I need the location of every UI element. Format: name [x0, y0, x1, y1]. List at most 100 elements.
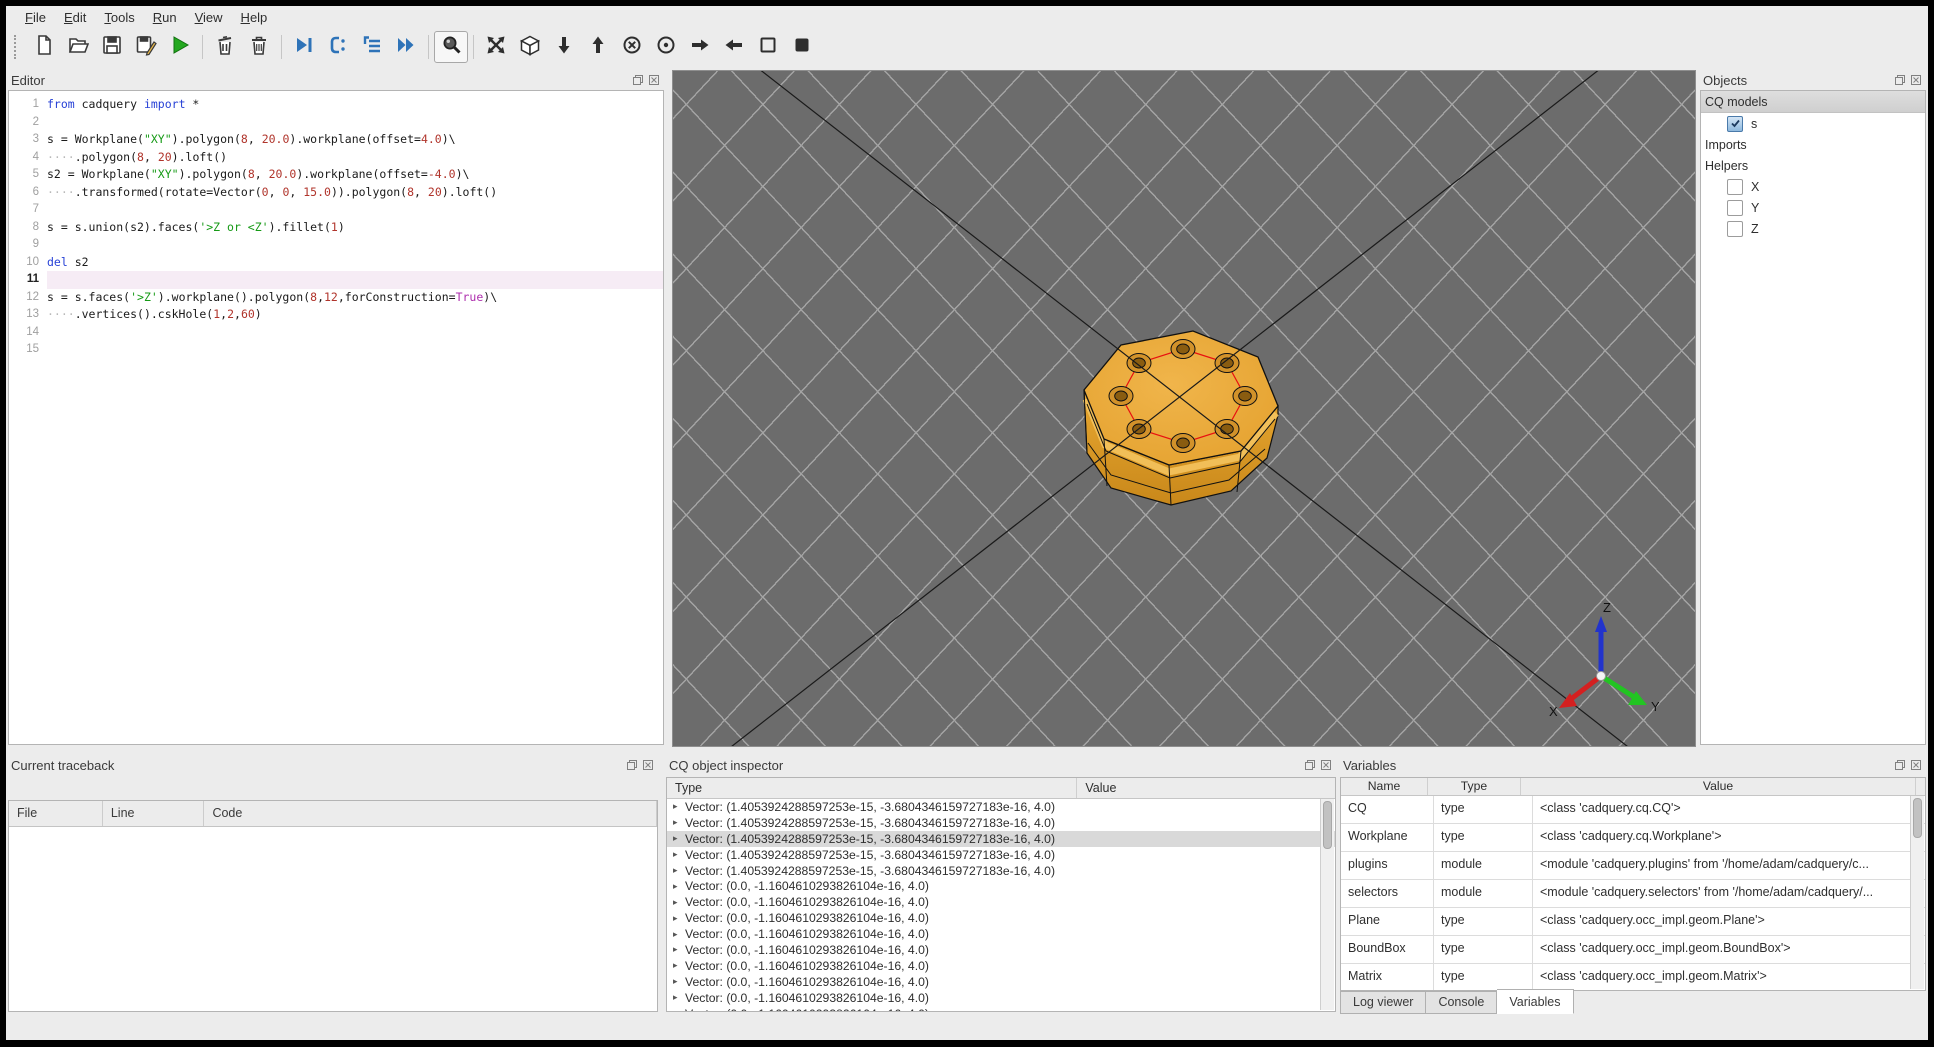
inspector-scroll-thumb[interactable]	[1323, 801, 1332, 849]
tree-group-cq-models[interactable]: CQ models	[1701, 91, 1925, 113]
inspector-row[interactable]: ▸Vector: (0.0, -1.1604610293826104e-16, …	[667, 910, 1335, 926]
tree-item-x[interactable]: X	[1701, 176, 1925, 197]
tree-group-imports[interactable]: Imports	[1701, 134, 1925, 155]
new-file-button[interactable]	[27, 31, 61, 63]
variables-scroll-thumb[interactable]	[1913, 798, 1922, 838]
expander-icon[interactable]: ▸	[673, 881, 685, 892]
variable-row-Matrix[interactable]: Matrix type <class 'cadquery.occ_impl.geom…	[1341, 964, 1925, 990]
bottom-view-button[interactable]	[581, 31, 615, 63]
expander-icon[interactable]: ▸	[673, 1008, 685, 1011]
float-icon[interactable]	[1304, 759, 1316, 771]
code-line-10[interactable]: 10 del s2	[9, 254, 663, 272]
inspector-row[interactable]: ▸Vector: (0.0, -1.1604610293826104e-16, …	[667, 990, 1335, 1006]
code-line-9[interactable]: 9	[9, 236, 663, 254]
fit-view-button[interactable]	[479, 31, 513, 63]
expander-icon[interactable]: ▸	[673, 944, 685, 955]
top-view-button[interactable]	[547, 31, 581, 63]
tab-log-viewer[interactable]: Log viewer	[1340, 991, 1427, 1014]
inspector-col-value[interactable]: Value	[1077, 778, 1335, 798]
code-editor[interactable]: 1 from cadquery import * 2 3 s = Workplane("…	[9, 91, 663, 744]
expander-icon[interactable]: ▸	[673, 913, 685, 924]
inspector-row[interactable]: ▸ Vector: (1.4053924288597253e-15, -3.680…	[667, 815, 1335, 831]
expander-icon[interactable]: ▸	[673, 897, 685, 908]
inspector-row[interactable]: ▸ Vector: (1.4053924288597253e-15, -3.680…	[667, 830, 1335, 847]
float-icon[interactable]	[1894, 74, 1906, 86]
traceback-col-code[interactable]: Code	[204, 801, 658, 826]
expander-icon[interactable]: ▸	[673, 801, 685, 812]
code-line-13[interactable]: 13 ····.vertices().cskHole(1,2,60)	[9, 306, 663, 324]
clean-button[interactable]	[208, 31, 242, 63]
inspector-row[interactable]: ▸ Vector: (1.4053924288597253e-15, -3.680…	[667, 847, 1335, 863]
inspector-row[interactable]: ▸Vector: (0.0, -1.1604610293826104e-16, …	[667, 1006, 1335, 1011]
code-line-2[interactable]: 2	[9, 114, 663, 132]
inspector-row[interactable]: ▸Vector: (0.0, -1.1604610293826104e-16, …	[667, 974, 1335, 990]
float-icon[interactable]	[626, 759, 638, 771]
tree-item-s[interactable]: s	[1701, 113, 1925, 134]
close-icon[interactable]	[1910, 759, 1922, 771]
expander-icon[interactable]: ▸	[673, 865, 685, 876]
inspector-scrollbar[interactable]	[1320, 799, 1334, 1010]
inspector-row[interactable]: ▸ Vector: (1.4053924288597253e-15, -3.680…	[667, 799, 1335, 815]
menu-file[interactable]: File	[16, 8, 55, 27]
save-as-button[interactable]	[129, 31, 163, 63]
inspector-row[interactable]: ▸Vector: (0.0, -1.1604610293826104e-16, …	[667, 878, 1335, 894]
code-line-4[interactable]: 4 ····.polygon(8, 20).loft()	[9, 149, 663, 167]
right-view-button[interactable]	[717, 31, 751, 63]
expander-icon[interactable]: ▸	[673, 833, 685, 844]
expander-icon[interactable]: ▸	[673, 817, 685, 828]
checkbox-s[interactable]	[1727, 115, 1743, 132]
save-button[interactable]	[95, 31, 129, 63]
left-view-button[interactable]	[683, 31, 717, 63]
inspector-row[interactable]: ▸Vector: (0.0, -1.1604610293826104e-16, …	[667, 942, 1335, 958]
menu-tools[interactable]: Tools	[95, 8, 143, 27]
front-view-button[interactable]	[615, 31, 649, 63]
expander-icon[interactable]: ▸	[673, 992, 685, 1003]
menu-help[interactable]: Help	[232, 8, 277, 27]
code-line-11[interactable]: 11	[9, 271, 663, 289]
shaded-button[interactable]	[785, 31, 819, 63]
checkbox-x[interactable]	[1727, 178, 1743, 195]
checkbox-y[interactable]	[1727, 199, 1743, 216]
code-line-1[interactable]: 1 from cadquery import *	[9, 96, 663, 114]
float-icon[interactable]	[1894, 759, 1906, 771]
step-into-button[interactable]	[321, 31, 355, 63]
inspector-row[interactable]: ▸ Vector: (1.4053924288597253e-15, -3.680…	[667, 863, 1335, 879]
variable-row-BoundBox[interactable]: BoundBox type <class 'cadquery.occ_impl.ge…	[1341, 936, 1925, 964]
toolbar-gripper[interactable]	[14, 35, 21, 59]
inspector-col-type[interactable]: Type	[667, 778, 1078, 798]
variables-scrollbar[interactable]	[1910, 796, 1924, 989]
code-line-8[interactable]: 8 s = s.union(s2).faces('>Z or <Z').fille…	[9, 219, 663, 237]
close-icon[interactable]	[1910, 74, 1922, 86]
expander-icon[interactable]: ▸	[673, 849, 685, 860]
traceback-col-line[interactable]: Line	[103, 801, 205, 826]
wireframe-button[interactable]	[751, 31, 785, 63]
step-over-button[interactable]	[355, 31, 389, 63]
code-line-7[interactable]: 7	[9, 201, 663, 219]
expander-icon[interactable]: ▸	[673, 929, 685, 940]
variable-row-Plane[interactable]: Plane type <class 'cadquery.occ_impl.geom.…	[1341, 908, 1925, 936]
inspector-row[interactable]: ▸Vector: (0.0, -1.1604610293826104e-16, …	[667, 958, 1335, 974]
inspector-row[interactable]: ▸Vector: (0.0, -1.1604610293826104e-16, …	[667, 894, 1335, 910]
code-line-15[interactable]: 15	[9, 341, 663, 359]
iso-view-button[interactable]	[513, 31, 547, 63]
code-line-6[interactable]: 6 ····.transformed(rotate=Vector(0, 0, 15…	[9, 184, 663, 202]
inspector-row[interactable]: ▸Vector: (0.0, -1.1604610293826104e-16, …	[667, 926, 1335, 942]
delete-button[interactable]	[242, 31, 276, 63]
close-icon[interactable]	[1320, 759, 1332, 771]
back-view-button[interactable]	[649, 31, 683, 63]
close-icon[interactable]	[648, 74, 660, 86]
variable-row-selectors[interactable]: selectors module <module 'cadquery.selecto…	[1341, 880, 1925, 908]
menu-view[interactable]: View	[186, 8, 232, 27]
run-button[interactable]	[163, 31, 197, 63]
3d-viewport[interactable]: Z X Y	[672, 70, 1696, 747]
debug-button[interactable]	[287, 31, 321, 63]
expander-icon[interactable]: ▸	[673, 976, 685, 987]
variable-row-CQ[interactable]: CQ type <class 'cadquery.cq.CQ'>	[1341, 796, 1925, 824]
tree-item-y[interactable]: Y	[1701, 197, 1925, 218]
tab-console[interactable]: Console	[1426, 991, 1498, 1014]
open-button[interactable]	[61, 31, 95, 63]
tab-variables[interactable]: Variables	[1497, 989, 1574, 1014]
variable-row-plugins[interactable]: plugins module <module 'cadquery.plugins' …	[1341, 852, 1925, 880]
menu-run[interactable]: Run	[144, 8, 186, 27]
code-line-5[interactable]: 5 s2 = Workplane("XY").polygon(8, 20.0).w…	[9, 166, 663, 184]
